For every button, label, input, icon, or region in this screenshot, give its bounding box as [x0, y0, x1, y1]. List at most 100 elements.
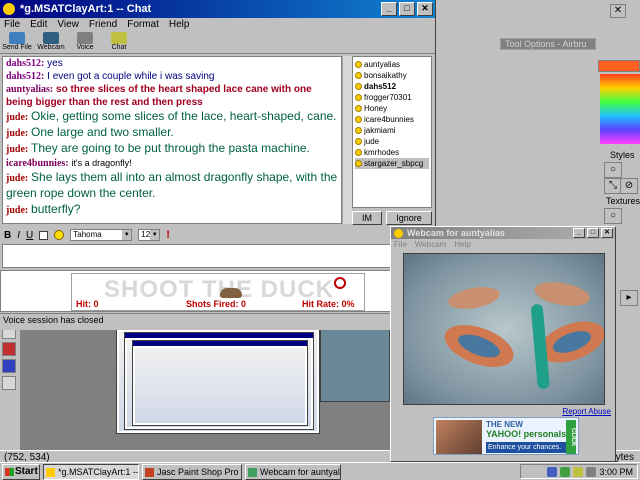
user-list-item[interactable]: bonsaikathy — [355, 70, 429, 81]
color-blue-icon[interactable] — [2, 359, 16, 373]
ignore-user-button[interactable]: Ignore User — [386, 211, 432, 235]
menu-webcam[interactable]: Webcam — [415, 239, 446, 251]
report-abuse-link[interactable]: Report Abuse — [563, 407, 611, 416]
menu-view[interactable]: View — [57, 18, 79, 32]
chat-log[interactable]: dahs512: yes dahs512: I even got a coupl… — [2, 56, 342, 224]
chat-titlebar[interactable]: *g.MSATClayArt:1 -- Chat _ □ ✕ — [0, 0, 435, 18]
user-list[interactable]: auntyalias bonsaikathy dahs512 frogger70… — [352, 56, 432, 208]
tray-icon[interactable] — [573, 466, 584, 477]
speaker-icon[interactable] — [586, 466, 597, 477]
maximize-button[interactable]: □ — [399, 2, 415, 16]
voice-status: Voice session has closed — [0, 313, 436, 325]
alert-icon[interactable]: ! — [166, 229, 170, 241]
underline-button[interactable]: U — [26, 230, 33, 241]
font-size-select[interactable]: 12 ▼ — [138, 229, 161, 241]
font-select[interactable]: Tahoma ▼ — [70, 229, 133, 241]
menu-format[interactable]: Format — [127, 18, 159, 32]
textures-label: Textures — [606, 196, 640, 206]
bold-button[interactable]: B — [4, 230, 11, 241]
user-list-item-selected[interactable]: stargazer_sbpcg — [355, 158, 429, 169]
windows-logo-icon — [5, 467, 14, 476]
user-list-item[interactable]: auntyalias — [355, 59, 429, 70]
webcam-window: Webcam for auntyalias _ □ ✕ File Webcam … — [390, 226, 616, 462]
chat-message: jude: They are going to be put through t… — [6, 141, 310, 155]
user-list-item[interactable]: kmrhodes — [355, 147, 429, 158]
send-file-button[interactable]: Send File — [2, 32, 32, 53]
texture-button[interactable]: ○ — [604, 208, 622, 224]
tray-icon[interactable] — [560, 466, 571, 477]
chat-message: auntyalias: so three slices of the heart… — [6, 84, 312, 108]
start-button[interactable]: Start — [2, 463, 40, 480]
user-list-item[interactable]: icare4bunnies — [355, 114, 429, 125]
smiley-icon[interactable] — [54, 230, 65, 240]
user-status-icon — [355, 160, 362, 167]
user-list-item[interactable]: frogger70301 — [355, 92, 429, 103]
image-workspace[interactable] — [20, 320, 390, 450]
taskbar-item-chat[interactable]: *g.MSATClayArt:1 -- Chat — [43, 463, 139, 480]
layer-icon[interactable] — [2, 376, 16, 390]
chat-app-icon — [3, 3, 15, 15]
yahoo-personals-ad[interactable]: THE NEW YAHOO! personals Enhance your ch… — [433, 417, 579, 455]
tray-icon[interactable] — [547, 466, 558, 477]
user-list-item[interactable]: jakmiami — [355, 125, 429, 136]
menu-help[interactable]: Help — [169, 18, 190, 32]
no-style-icon[interactable]: ⊘ — [620, 178, 638, 194]
message-input[interactable] — [2, 244, 434, 268]
chat-message: jude: Okie, getting some slices of the l… — [6, 109, 337, 123]
minimize-button[interactable]: _ — [573, 228, 585, 238]
webcam-titlebar[interactable]: Webcam for auntyalias _ □ ✕ — [391, 227, 615, 239]
styles-label: Styles — [610, 150, 635, 160]
chat-button[interactable]: Chat — [104, 32, 134, 53]
chat-icon — [111, 32, 127, 44]
chat-scrollbar[interactable] — [342, 56, 352, 224]
chat-message: dahs512: I even got a couple while i was… — [6, 71, 215, 82]
user-list-item[interactable]: dahs512 — [355, 81, 429, 92]
chat-message: icare4bunnies: it's a dragonfly! — [6, 158, 132, 169]
chat-window: *g.MSATClayArt:1 -- Chat _ □ ✕ File Edit… — [0, 0, 436, 330]
menu-file[interactable]: File — [394, 239, 407, 251]
close-icon[interactable]: ✕ — [610, 4, 626, 18]
text-color-icon[interactable] — [39, 230, 49, 240]
user-list-item[interactable]: Honey — [355, 103, 429, 114]
webcam-button[interactable]: Webcam — [36, 32, 66, 53]
chat-message: jude: She lays them all into an almost d… — [6, 170, 338, 200]
webcam-menubar: File Webcam Help — [391, 239, 615, 251]
tool-options-panel-title[interactable]: Tool Options - Airbru — [500, 38, 596, 50]
maximize-button[interactable]: □ — [587, 228, 599, 238]
screenshot-thumbnail[interactable] — [132, 340, 308, 426]
game-hit-rate: Hit Rate: 0% — [302, 299, 355, 309]
duck-icon[interactable] — [220, 288, 242, 298]
user-status-icon — [355, 127, 362, 134]
color-palette[interactable] — [600, 74, 640, 144]
user-status-icon — [355, 61, 362, 68]
tool-palette — [0, 322, 18, 448]
webcam-app-icon — [394, 229, 403, 238]
menu-friend[interactable]: Friend — [89, 18, 117, 32]
game-panel[interactable]: SHOOT THE DUCK Hit: 0 Shots Fired: 0 Hit… — [0, 270, 436, 312]
taskbar-item-webcam[interactable]: Webcam for auntyalias — [245, 463, 341, 480]
menu-help[interactable]: Help — [454, 239, 470, 251]
voice-button[interactable]: Voice — [70, 32, 100, 53]
chat-toolbar: Send File Webcam Voice Chat — [0, 32, 435, 54]
scroll-right-icon[interactable]: ▸ — [620, 290, 638, 306]
im-button[interactable]: IM — [352, 211, 382, 225]
ad-click-button[interactable]: CLICK — [566, 420, 576, 454]
color-swatch[interactable] — [598, 60, 640, 72]
taskbar-item-paint-shop[interactable]: Jasc Paint Shop Pro - Ima... — [142, 463, 242, 480]
close-button[interactable]: ✕ — [417, 2, 433, 16]
webcam-thumbnail[interactable] — [320, 322, 390, 402]
chat-message: jude: One large and two smaller. — [6, 125, 174, 139]
user-status-icon — [355, 138, 362, 145]
menu-edit[interactable]: Edit — [30, 18, 47, 32]
minimize-button[interactable]: _ — [381, 2, 397, 16]
color-red-icon[interactable] — [2, 342, 16, 356]
webcam-title: Webcam for auntyalias — [407, 228, 505, 238]
close-button[interactable]: ✕ — [601, 228, 613, 238]
menu-file[interactable]: File — [4, 18, 20, 32]
italic-button[interactable]: I — [17, 230, 20, 241]
game-shots-fired: Shots Fired: 0 — [186, 299, 247, 309]
game-hits: Hit: 0 — [76, 299, 99, 309]
user-list-item[interactable]: jude — [355, 136, 429, 147]
style-button[interactable]: ○ — [604, 162, 622, 178]
shoot-the-duck-banner[interactable]: SHOOT THE DUCK Hit: 0 Shots Fired: 0 Hit… — [71, 273, 365, 311]
